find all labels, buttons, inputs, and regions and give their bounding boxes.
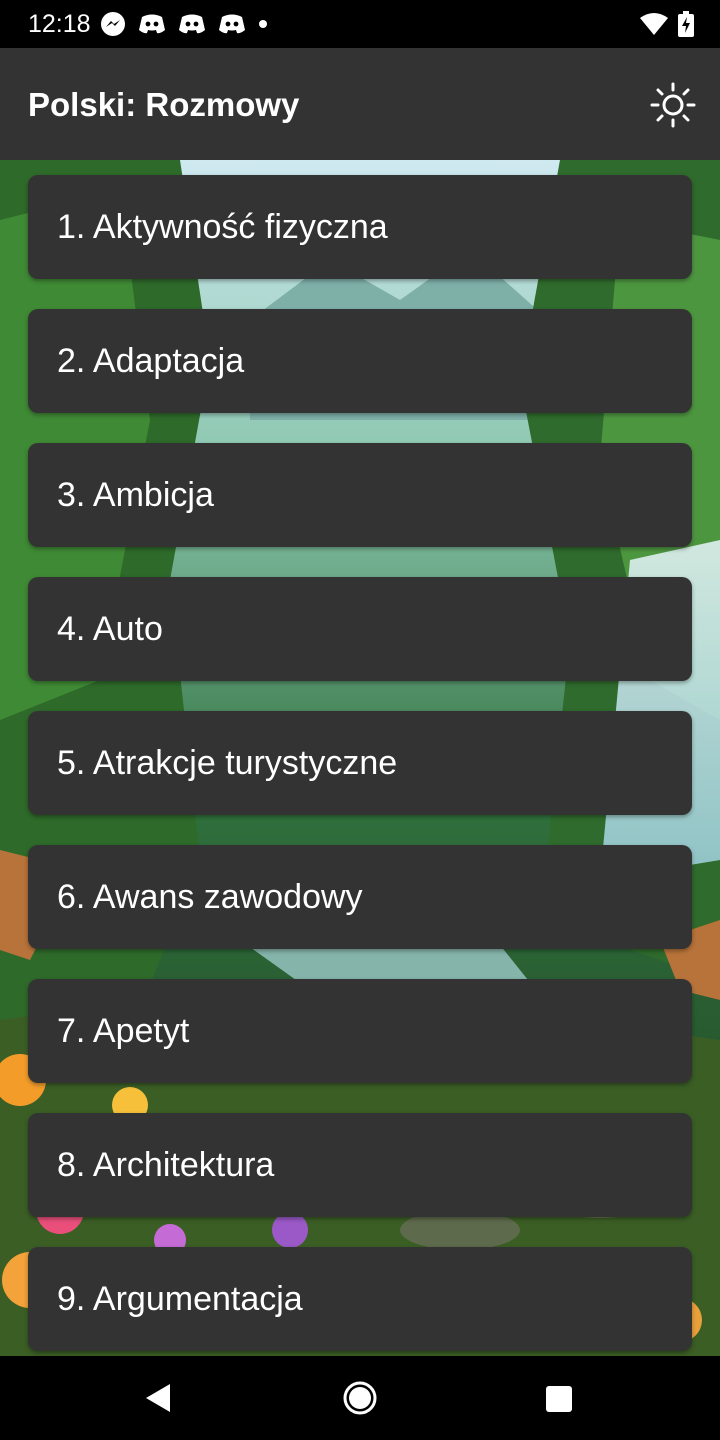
topic-label: 1. Aktywność fizyczna xyxy=(57,207,388,246)
discord-icon xyxy=(139,14,165,34)
app-bar: Polski: Rozmowy xyxy=(0,48,720,160)
topic-label: 3. Ambicja xyxy=(57,475,214,514)
topic-label: 9. Argumentacja xyxy=(57,1279,303,1318)
battery-charging-icon xyxy=(678,11,694,37)
dot-icon xyxy=(259,20,267,28)
page-title: Polski: Rozmowy xyxy=(28,86,300,123)
back-icon[interactable] xyxy=(140,1378,180,1418)
topic-item[interactable]: 2. Adaptacja xyxy=(28,309,692,413)
status-time: 12:18 xyxy=(28,10,91,38)
system-icons xyxy=(640,10,694,38)
discord-icon xyxy=(179,14,205,34)
topic-label: 7. Apetyt xyxy=(57,1011,190,1050)
topic-item[interactable]: 4. Auto xyxy=(28,577,692,681)
app-screen: 12:18 Polski: Rozmowy 1. Aktywność fizyc… xyxy=(0,0,720,1440)
topic-label: 5. Atrakcje turystyczne xyxy=(57,743,398,782)
navigation-bar xyxy=(0,1356,720,1440)
topic-item[interactable]: 3. Ambicja xyxy=(28,443,692,547)
topic-list-area[interactable]: 1. Aktywność fizyczna 2. Adaptacja 3. Am… xyxy=(0,160,720,1356)
wifi-icon xyxy=(640,13,668,35)
topic-label: 8. Architektura xyxy=(57,1145,275,1184)
topic-label: 4. Auto xyxy=(57,609,163,648)
status-bar: 12:18 xyxy=(0,0,720,48)
topic-item[interactable]: 7. Apetyt xyxy=(28,979,692,1083)
topic-label: 2. Adaptacja xyxy=(57,341,245,380)
topic-item[interactable]: 9. Argumentacja xyxy=(28,1247,692,1351)
notification-icons xyxy=(100,10,268,38)
recents-icon[interactable] xyxy=(538,1378,578,1418)
topic-label: 6. Awans zawodowy xyxy=(57,877,363,916)
home-icon[interactable] xyxy=(340,1378,380,1418)
messenger-icon xyxy=(101,12,125,36)
topic-item[interactable]: 5. Atrakcje turystyczne xyxy=(28,711,692,815)
topic-item[interactable]: 6. Awans zawodowy xyxy=(28,845,692,949)
topic-item[interactable]: 1. Aktywność fizyczna xyxy=(28,175,692,279)
discord-icon xyxy=(219,14,245,34)
topic-list: 1. Aktywność fizyczna 2. Adaptacja 3. Am… xyxy=(28,175,692,1356)
topic-item[interactable]: 8. Architektura xyxy=(28,1113,692,1217)
sun-icon[interactable] xyxy=(650,82,696,128)
